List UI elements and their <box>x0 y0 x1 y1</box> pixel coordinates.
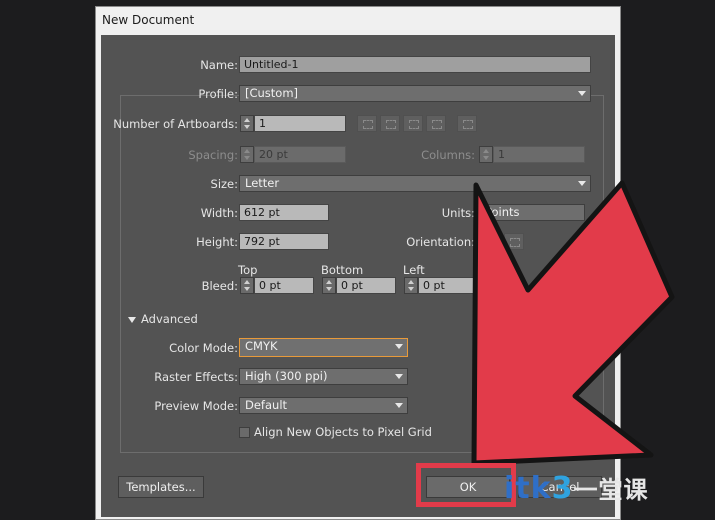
watermark-part2: 3 <box>551 471 574 506</box>
arrow-overlay <box>471 180 675 466</box>
site-watermark: itk3一堂课 <box>504 470 648 506</box>
pointer-arrow-icon <box>471 180 675 466</box>
watermark-part1: itk <box>504 471 552 506</box>
watermark-part3: 一堂课 <box>573 476 649 504</box>
ok-highlight-box <box>416 463 516 507</box>
